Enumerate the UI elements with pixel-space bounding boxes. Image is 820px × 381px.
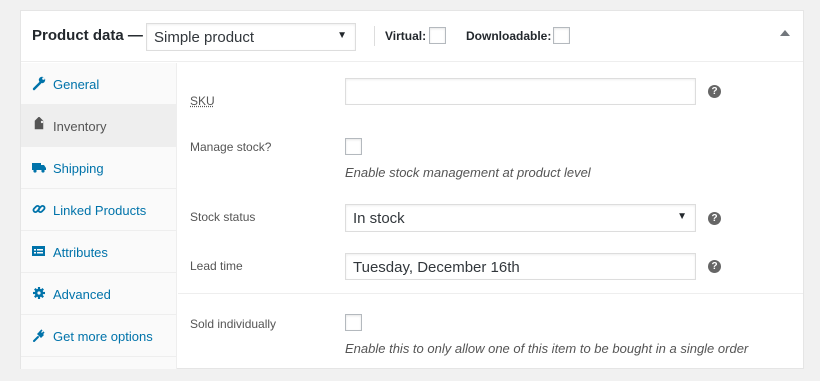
- tab-advanced-label: Advanced: [53, 287, 111, 302]
- tab-general-label: General: [53, 77, 100, 92]
- product-type-value: Simple product: [154, 29, 255, 46]
- virtual-checkbox[interactable]: [429, 27, 446, 44]
- inventory-panel: SKU ? Manage stock? Enable stock managem…: [178, 63, 803, 368]
- gear-icon: [32, 285, 46, 301]
- lead-time-label: Lead time: [190, 259, 243, 273]
- tab-attributes-label: Attributes: [53, 245, 108, 260]
- tab-get-more-options[interactable]: Get more options: [21, 315, 176, 357]
- product-data-tabs: General Inventory Shipping Linked Produc…: [21, 63, 177, 369]
- product-type-select[interactable]: Simple product ▼: [146, 23, 356, 51]
- tab-shipping[interactable]: Shipping: [21, 147, 176, 189]
- downloadable-label: Downloadable:: [466, 29, 552, 43]
- section-divider: [178, 293, 803, 294]
- lead-time-input[interactable]: Tuesday, December 16th: [345, 253, 696, 280]
- sku-label: SKU: [190, 94, 215, 108]
- tab-get-more-options-label: Get more options: [53, 329, 153, 344]
- tab-shipping-label: Shipping: [53, 161, 104, 176]
- tab-linked-products-label: Linked Products: [53, 203, 147, 218]
- downloadable-checkbox[interactable]: [553, 27, 570, 44]
- stock-status-value: In stock: [353, 210, 405, 227]
- sku-input[interactable]: [345, 78, 696, 105]
- list-icon: [32, 243, 46, 259]
- plugin-icon: [32, 327, 46, 343]
- truck-icon: [32, 159, 46, 175]
- stock-status-label: Stock status: [190, 210, 256, 224]
- stock-status-select[interactable]: In stock ▼: [345, 204, 696, 232]
- wrench-icon: [32, 75, 46, 91]
- virtual-label: Virtual:: [385, 29, 427, 43]
- sold-individually-description: Enable this to only allow one of this it…: [345, 341, 749, 356]
- product-data-panel: Product data — Simple product ▼ Virtual:…: [20, 10, 804, 369]
- sold-individually-label: Sold individually: [190, 317, 277, 331]
- header-separator: [374, 26, 375, 46]
- manage-stock-description: Enable stock management at product level: [345, 165, 591, 180]
- lead-time-help-icon[interactable]: ?: [708, 260, 721, 273]
- panel-header: Product data — Simple product ▼ Virtual:…: [21, 11, 803, 62]
- caret-down-icon: ▼: [337, 30, 347, 41]
- tab-advanced[interactable]: Advanced: [21, 273, 176, 315]
- stock-status-help-icon[interactable]: ?: [708, 212, 721, 225]
- tab-inventory-label: Inventory: [53, 119, 107, 134]
- tab-general[interactable]: General: [21, 63, 176, 105]
- caret-down-icon: ▼: [677, 211, 687, 222]
- link-icon: [32, 201, 46, 217]
- sold-individually-checkbox[interactable]: [345, 314, 362, 331]
- tab-attributes[interactable]: Attributes: [21, 231, 176, 273]
- sku-help-icon[interactable]: ?: [708, 85, 721, 98]
- manage-stock-label: Manage stock?: [190, 140, 272, 154]
- collapse-toggle-icon[interactable]: [780, 30, 790, 36]
- tag-icon: [32, 116, 46, 133]
- tab-inventory[interactable]: Inventory: [21, 105, 176, 147]
- panel-title: Product data —: [32, 27, 143, 44]
- manage-stock-checkbox[interactable]: [345, 138, 362, 155]
- tab-linked-products[interactable]: Linked Products: [21, 189, 176, 231]
